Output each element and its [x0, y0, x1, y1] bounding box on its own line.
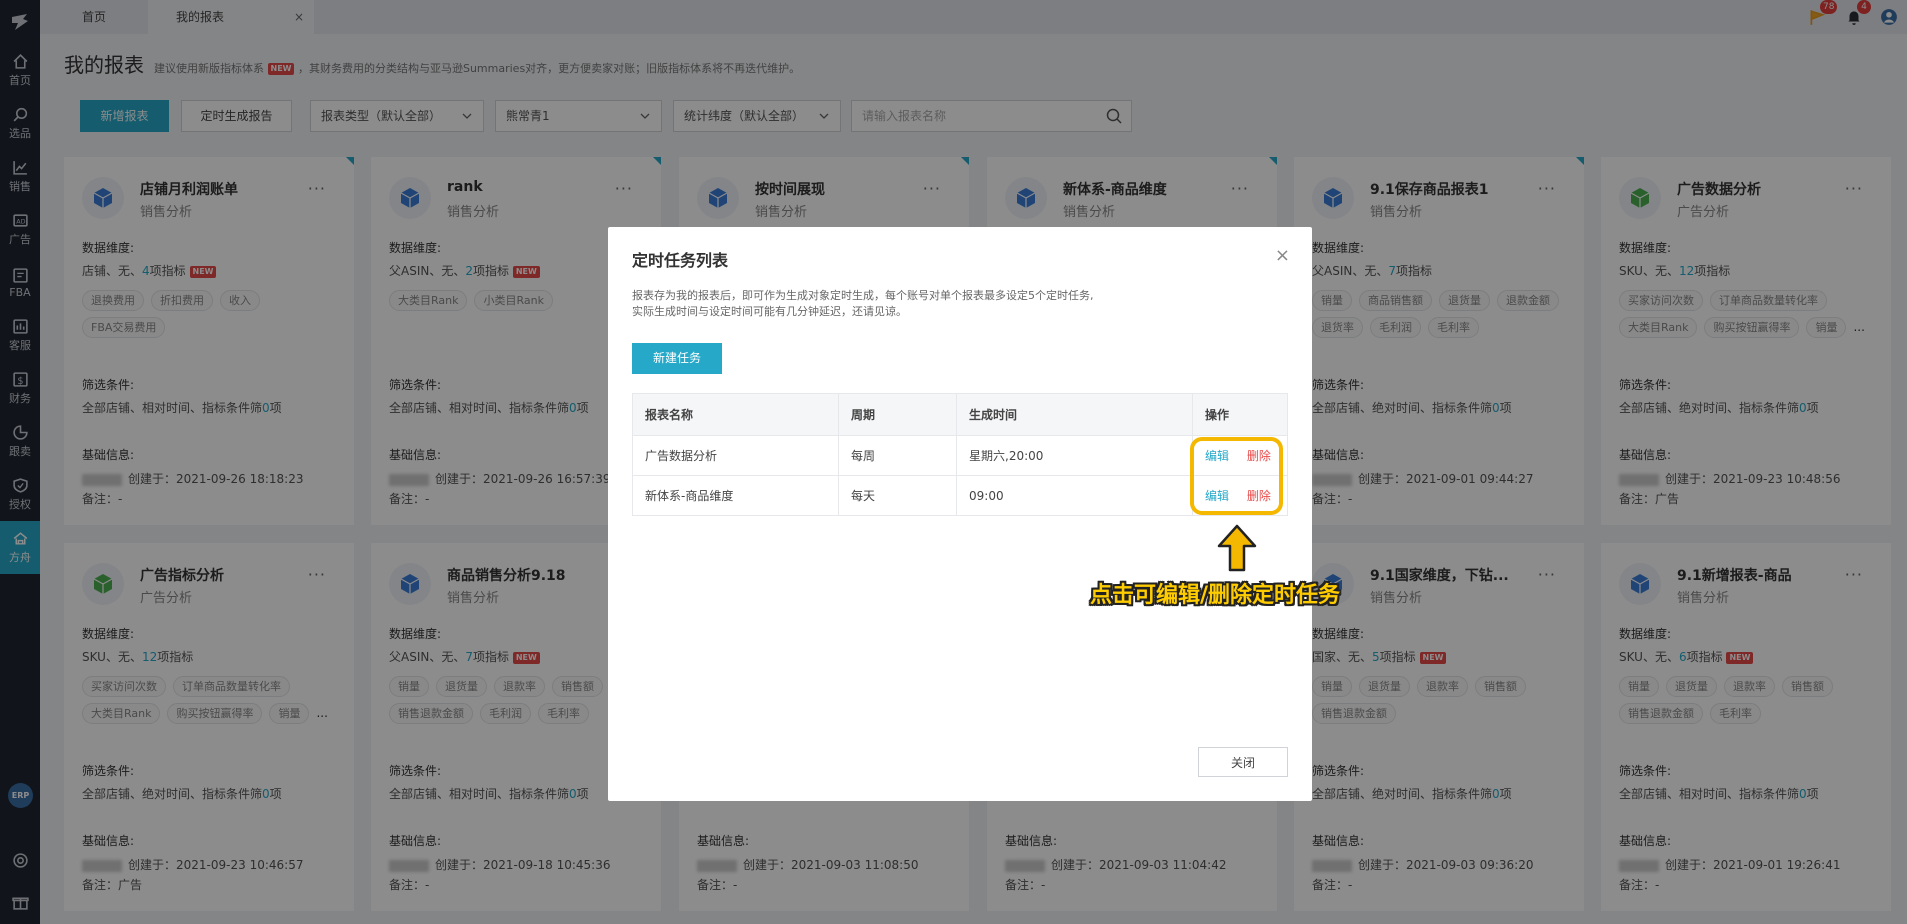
column-header: 操作 — [1192, 393, 1288, 436]
task-time: 星期六,20:00 — [956, 435, 1193, 476]
task-cycle: 每天 — [838, 475, 957, 516]
column-header: 周期 — [838, 393, 957, 436]
column-header: 生成时间 — [956, 393, 1193, 436]
highlight-box — [1190, 437, 1283, 515]
close-icon[interactable]: × — [1275, 245, 1290, 266]
modal-description: 报表存为我的报表后，即可作为生成对象定时生成，每个账号对单个报表最多设定5个定时… — [632, 288, 1292, 320]
new-task-button[interactable]: 新建任务 — [632, 343, 722, 374]
task-name: 广告数据分析 — [632, 435, 839, 476]
table-header-row: 报表名称 周期 生成时间 操作 — [632, 393, 1288, 436]
close-button[interactable]: 关闭 — [1198, 747, 1288, 777]
modal-title: 定时任务列表 — [632, 251, 729, 270]
description-line: 实际生成时间与设定时间可能有几分钟延迟，还请见谅。 — [632, 305, 907, 318]
task-time: 09:00 — [956, 475, 1193, 516]
annotation-callout: 点击可编辑/删除定时任务 — [1090, 583, 1341, 608]
description-line: 报表存为我的报表后，即可作为生成对象定时生成，每个账号对单个报表最多设定5个定时… — [632, 289, 1094, 302]
task-cycle: 每周 — [838, 435, 957, 476]
task-name: 新体系-商品维度 — [632, 475, 839, 516]
arrow-up-icon — [1217, 524, 1257, 572]
column-header: 报表名称 — [632, 393, 839, 436]
